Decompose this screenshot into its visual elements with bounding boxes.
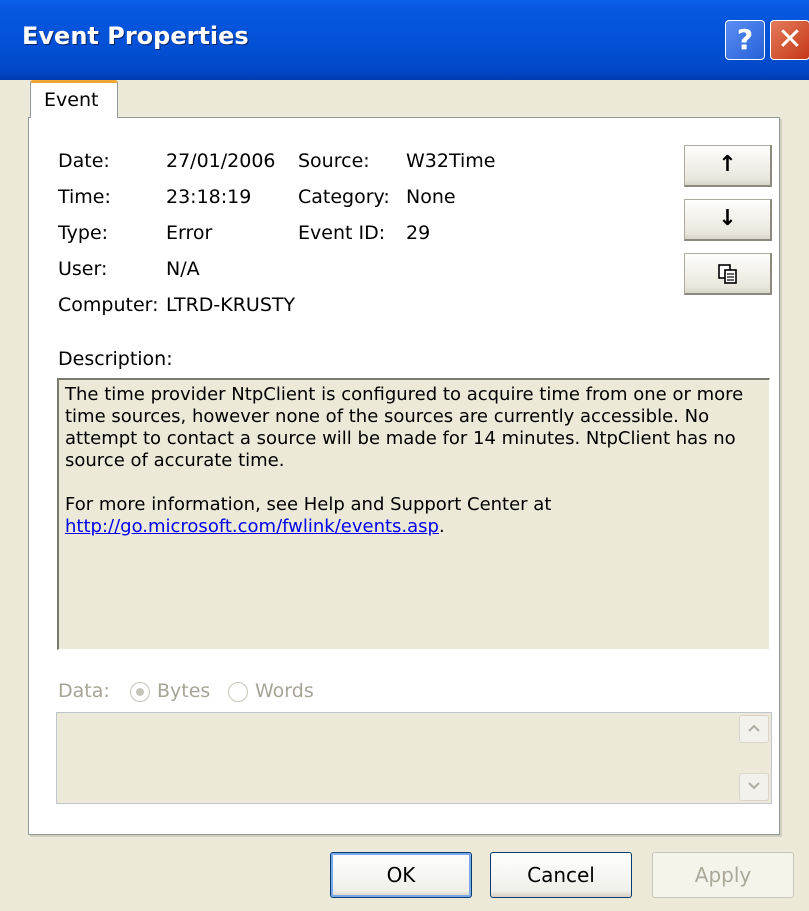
source-value: W32Time [406, 150, 496, 172]
description-paragraph: The time provider NtpClient is configure… [65, 384, 744, 471]
event-properties-window: Event Properties ? ✕ Event Date: 27/01/2… [0, 0, 809, 911]
copy-icon [717, 264, 737, 284]
chevron-up-icon [748, 724, 760, 732]
description-textbox[interactable]: The time provider NtpClient is configure… [57, 378, 770, 650]
tab-event[interactable]: Event [30, 80, 118, 118]
source-label: Source: [298, 150, 370, 172]
previous-event-button[interactable]: ↑ [684, 145, 772, 187]
type-label: Type: [58, 222, 109, 244]
scroll-down-button[interactable] [739, 773, 769, 801]
category-value: None [406, 186, 456, 208]
window-title: Event Properties [22, 22, 249, 50]
scroll-up-button[interactable] [739, 715, 769, 743]
help-link[interactable]: http://go.microsoft.com/fwlink/events.as… [65, 516, 439, 537]
user-label: User: [58, 258, 108, 280]
ok-button[interactable]: OK [330, 852, 472, 898]
user-value: N/A [166, 258, 200, 280]
radio-dot [136, 688, 144, 696]
description-help-text: For more information, see Help and Suppo… [65, 494, 763, 538]
data-textbox[interactable] [56, 712, 772, 804]
computer-value[interactable]: LTRD-KRUSTY [166, 294, 295, 316]
event-id-value: 29 [406, 222, 431, 244]
computer-label: Computer: [58, 294, 159, 316]
date-label: Date: [58, 150, 110, 172]
words-radio[interactable] [228, 682, 248, 702]
date-value: 27/01/2006 [166, 150, 276, 172]
type-value: Error [166, 222, 213, 244]
time-value: 23:18:19 [166, 186, 252, 208]
arrow-up-icon: ↑ [718, 152, 737, 177]
title-bar: Event Properties ? ✕ [0, 0, 809, 80]
event-id-label: Event ID: [298, 222, 386, 244]
help-button[interactable]: ? [725, 20, 765, 60]
chevron-down-icon [748, 782, 760, 790]
help-text: For more information, see Help and Suppo… [65, 494, 552, 515]
next-event-button[interactable]: ↓ [684, 199, 772, 241]
link-suffix: . [438, 516, 445, 537]
arrow-down-icon: ↓ [718, 206, 737, 231]
category-label: Category: [298, 186, 390, 208]
time-label: Time: [58, 186, 111, 208]
close-button[interactable]: ✕ [770, 20, 809, 60]
words-radio-label: Words [255, 680, 314, 702]
data-label: Data: [58, 680, 110, 702]
apply-button[interactable]: Apply [652, 852, 794, 898]
description-label: Description: [58, 348, 173, 370]
cancel-button[interactable]: Cancel [490, 852, 632, 898]
copy-event-button[interactable] [684, 253, 772, 295]
bytes-radio[interactable] [130, 682, 150, 702]
data-scrollbar[interactable] [739, 715, 769, 801]
bytes-radio-label: Bytes [157, 680, 211, 702]
